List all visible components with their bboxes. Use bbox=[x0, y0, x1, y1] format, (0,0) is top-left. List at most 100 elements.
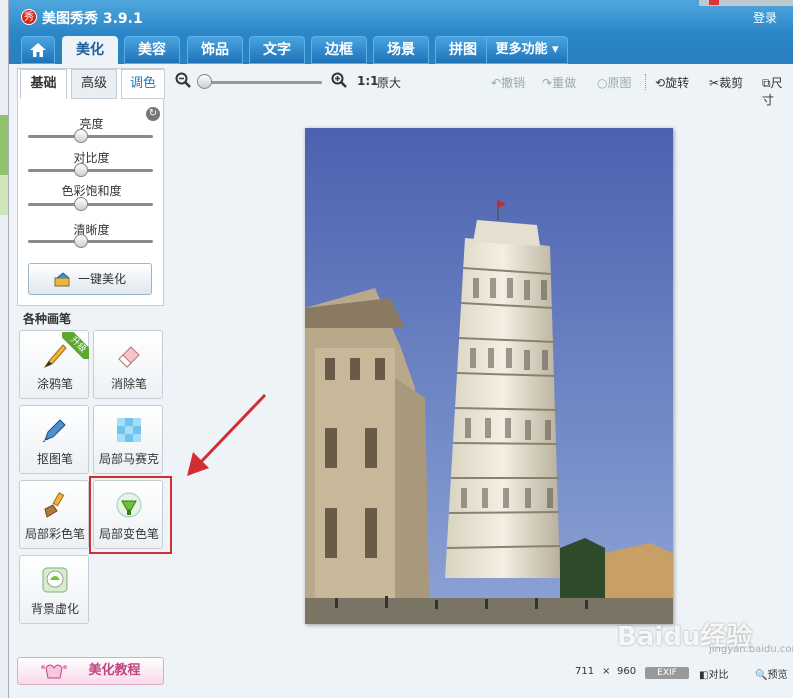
zoom-slider-knob[interactable] bbox=[197, 74, 212, 89]
paintbrush-icon bbox=[44, 492, 65, 518]
local-color-brush-label: 局部彩色笔 bbox=[24, 527, 85, 541]
tutorial-label: 美化教程 bbox=[88, 663, 141, 678]
home-tab[interactable] bbox=[21, 36, 55, 64]
adjustment-panel: 基础 高级 调色 ↻ 亮度 对比度 色彩饱和度 清晰度 一键美化 bbox=[17, 68, 165, 306]
cutout-brush-label: 抠图笔 bbox=[36, 452, 73, 466]
zoom-slider[interactable] bbox=[204, 81, 322, 84]
sharpness-knob[interactable] bbox=[74, 234, 88, 248]
tab-decorations[interactable]: 饰品 bbox=[187, 36, 243, 64]
contrast-slider[interactable] bbox=[28, 169, 153, 172]
one-click-beautify-label: 一键美化 bbox=[77, 272, 126, 286]
resize-icon: ⧉ bbox=[762, 76, 771, 90]
upgrade-badge: 升级 bbox=[62, 332, 89, 359]
more-features-dropdown[interactable]: 更多功能 ▾ bbox=[486, 36, 568, 64]
doodle-brush-button[interactable]: 升级 涂鸦笔 bbox=[19, 330, 89, 399]
leaning-tower-photo bbox=[305, 128, 673, 624]
actual-size-button[interactable]: 原大 bbox=[377, 74, 401, 91]
saturation-label: 色彩饱和度 bbox=[61, 184, 122, 198]
redo-icon: ↷ bbox=[542, 76, 553, 90]
tab-color-grading[interactable]: 调色 bbox=[121, 69, 165, 99]
home-icon bbox=[30, 43, 46, 57]
redo-label: 重做 bbox=[552, 76, 577, 90]
image-width: 711 bbox=[575, 666, 595, 677]
doodle-brush-label: 涂鸦笔 bbox=[36, 377, 73, 391]
contrast-label: 对比度 bbox=[73, 151, 110, 165]
preview-button[interactable]: 🔍预览 bbox=[755, 666, 787, 681]
tab-beauty[interactable]: 美容 bbox=[124, 36, 180, 64]
annotation-highlight-box bbox=[89, 476, 172, 554]
background-blur-button[interactable]: 背景虚化 bbox=[19, 555, 89, 624]
resize-button[interactable]: ⧉尺寸 bbox=[762, 74, 793, 108]
original-label: 原图 bbox=[607, 76, 632, 90]
tab-advanced[interactable]: 高级 bbox=[71, 69, 117, 99]
background-blur-icon bbox=[42, 567, 68, 593]
original-icon: ○ bbox=[597, 76, 608, 90]
annotation-arrow-icon bbox=[187, 393, 267, 476]
login-link[interactable]: 登录 bbox=[753, 9, 777, 26]
exif-button[interactable]: EXIF bbox=[645, 667, 689, 679]
tab-scenes[interactable]: 场景 bbox=[373, 36, 429, 64]
screenshot-frame: 秀 美图秀秀 3.9.1 登录 美化 美容 饰品 文字 边框 场景 拼图 更多功… bbox=[0, 0, 793, 698]
cutout-brush-button[interactable]: 抠图笔 bbox=[19, 405, 89, 474]
cutout-pen-icon bbox=[42, 419, 66, 443]
local-color-brush-button[interactable]: 局部彩色笔 bbox=[19, 480, 89, 549]
saturation-slider[interactable] bbox=[28, 203, 153, 206]
main-tab-bar: 美化 美容 饰品 文字 边框 场景 拼图 更多功能 ▾ bbox=[9, 34, 793, 64]
canvas-photo[interactable] bbox=[305, 128, 673, 624]
zoom-in-icon[interactable] bbox=[331, 72, 347, 88]
tab-beautify[interactable]: 美化 bbox=[62, 36, 118, 64]
tab-collage[interactable]: 拼图 bbox=[435, 36, 491, 64]
saturation-knob[interactable] bbox=[74, 197, 88, 211]
brightness-knob[interactable] bbox=[74, 129, 88, 143]
mosaic-icon bbox=[117, 418, 141, 442]
watermark-url: jingyan.baidu.com bbox=[709, 644, 793, 655]
app-logo: 秀 bbox=[21, 9, 37, 25]
undo-icon: ↶ bbox=[491, 76, 502, 90]
magic-wand-icon bbox=[54, 271, 70, 286]
eraser-brush-button[interactable]: 消除笔 bbox=[93, 330, 163, 399]
undo-button[interactable]: ↶撤销 bbox=[491, 74, 525, 91]
tab-frames[interactable]: 边框 bbox=[311, 36, 367, 64]
rotate-icon: ⟲ bbox=[655, 76, 666, 90]
background-window-strip bbox=[699, 0, 793, 6]
brushes-section-title: 各种画笔 bbox=[23, 312, 72, 326]
contrast-knob[interactable] bbox=[74, 163, 88, 177]
actual-size-ratio[interactable]: 1:1 bbox=[357, 74, 379, 88]
title-bar: 秀 美图秀秀 3.9.1 登录 bbox=[9, 0, 793, 34]
background-window-edge bbox=[0, 0, 8, 698]
image-toolbar: 1:1 原大 ↶撤销 ↷重做 ○原图 ⟲旋转 ✂裁剪 ⧉尺寸 bbox=[169, 64, 793, 107]
toolbar-separator bbox=[645, 74, 646, 90]
preview-icon: 🔍 bbox=[755, 670, 768, 681]
app-window: 秀 美图秀秀 3.9.1 登录 美化 美容 饰品 文字 边框 场景 拼图 更多功… bbox=[8, 0, 793, 698]
compare-label: 对比 bbox=[708, 670, 729, 681]
dimension-separator: × bbox=[602, 666, 611, 677]
upgrade-badge-label: 升级 bbox=[62, 332, 89, 359]
mosaic-brush-label: 局部马赛克 bbox=[98, 452, 159, 466]
brightness-slider[interactable] bbox=[28, 135, 153, 138]
redo-button[interactable]: ↷重做 bbox=[542, 74, 576, 91]
mosaic-brush-button[interactable]: 局部马赛克 bbox=[93, 405, 163, 474]
sharpness-slider[interactable] bbox=[28, 240, 153, 243]
zoom-out-icon[interactable] bbox=[175, 72, 191, 88]
preview-label: 预览 bbox=[767, 670, 788, 681]
app-title: 美图秀秀 3.9.1 bbox=[42, 11, 143, 27]
crop-label: 裁剪 bbox=[719, 76, 744, 90]
crop-button[interactable]: ✂裁剪 bbox=[709, 74, 743, 91]
rotate-button[interactable]: ⟲旋转 bbox=[655, 74, 689, 91]
undo-label: 撤销 bbox=[501, 76, 526, 90]
original-image-button[interactable]: ○原图 bbox=[597, 74, 632, 91]
eraser-brush-label: 消除笔 bbox=[110, 377, 147, 391]
scissors-icon: ✂ bbox=[709, 76, 720, 90]
compare-button[interactable]: ◧对比 bbox=[699, 666, 728, 681]
tab-text[interactable]: 文字 bbox=[249, 36, 305, 64]
status-bar: 711 × 960 EXIF ◧对比 🔍预览 bbox=[569, 662, 793, 686]
tab-basic[interactable]: 基础 bbox=[20, 69, 67, 99]
rotate-label: 旋转 bbox=[665, 76, 690, 90]
sharpness-label: 清晰度 bbox=[73, 223, 110, 237]
one-click-beautify-button[interactable]: 一键美化 bbox=[28, 263, 152, 295]
background-blur-label: 背景虚化 bbox=[30, 602, 79, 616]
beautify-tutorial-button[interactable]: 美化教程 bbox=[17, 657, 164, 685]
eraser-icon bbox=[118, 346, 140, 368]
brightness-label: 亮度 bbox=[79, 117, 104, 131]
image-height: 960 bbox=[617, 666, 637, 677]
